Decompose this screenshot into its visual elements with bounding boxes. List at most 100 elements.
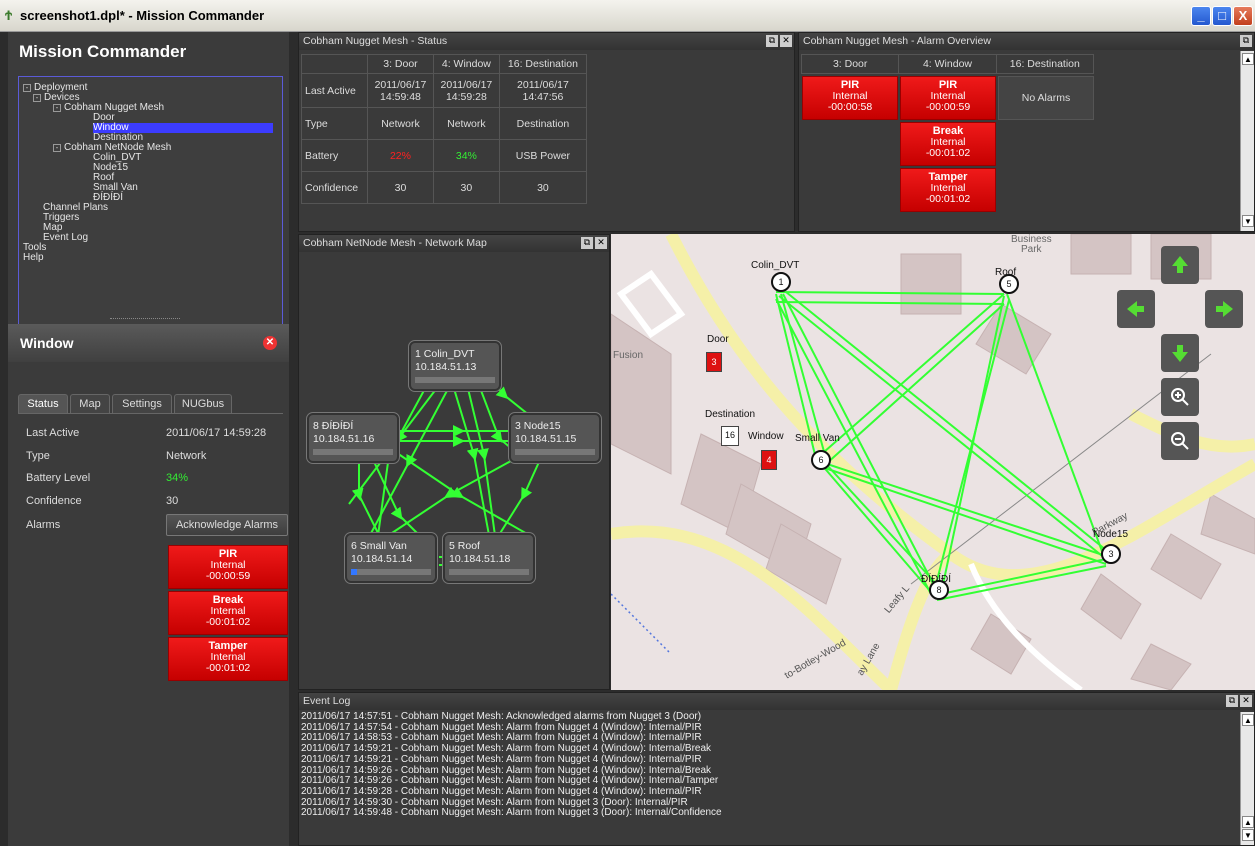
alarm-card-door-pir[interactable]: PIR Internal -00:00:58 [802, 76, 898, 120]
scroll-up-icon[interactable]: ▲ [1242, 816, 1254, 828]
table-cell: 30 [498, 171, 588, 204]
tree-item[interactable]: Node15 [19, 163, 282, 173]
close-icon[interactable]: ✕ [1240, 695, 1252, 707]
tab-map[interactable]: Map [70, 394, 110, 414]
close-icon[interactable]: ✕ [263, 336, 277, 350]
battery-cell-low: 22% [367, 139, 434, 172]
network-node[interactable]: 8 ÐÍÐÍÐÍ 10.184.51.16 [306, 412, 400, 464]
collapse-icon[interactable]: - [53, 144, 61, 152]
alarms-label: Alarms [26, 519, 61, 531]
scroll-up-icon[interactable]: ▲ [1242, 53, 1254, 65]
node-name: Small Van [359, 540, 407, 552]
minimize-button[interactable]: _ [1191, 6, 1211, 26]
node-ip: 10.184.51.13 [415, 361, 477, 373]
network-node[interactable]: 5 Roof 10.184.51.18 [442, 532, 536, 584]
event-log-scrollbar[interactable]: ▲ ▲ ▼ [1240, 712, 1254, 845]
alarm-card-window-tamper[interactable]: Tamper Internal -00:01:02 [900, 168, 996, 212]
tree-item[interactable]: Window [19, 123, 282, 133]
network-node[interactable]: 3 Node15 10.184.51.15 [508, 412, 602, 464]
map-marker-pin[interactable]: 1 [771, 272, 791, 292]
tree-item[interactable]: Small Van [19, 183, 282, 193]
table-cell: USB Power [498, 139, 588, 172]
splitter-handle[interactable] [110, 318, 180, 319]
maximize-button[interactable]: □ [1212, 6, 1232, 26]
column-header: 16: Destination [995, 54, 1095, 74]
scroll-down-icon[interactable]: ▼ [1242, 215, 1254, 227]
map-label-fusion: Fusion [613, 350, 644, 361]
restore-icon[interactable]: ⧉ [1226, 695, 1238, 707]
event-log-list: 2011/06/17 14:57:51 - Cobham Nugget Mesh… [301, 711, 722, 819]
zoom-in-button[interactable] [1161, 378, 1199, 416]
tab-status[interactable]: Status [18, 394, 68, 414]
map-marker-pin[interactable]: 8 [929, 580, 949, 600]
tree-item[interactable]: - Cobham Nugget Mesh [19, 103, 282, 113]
geo-map[interactable]: Business Park Fusion Parkway Leafy L ay … [611, 234, 1255, 690]
scroll-down-icon[interactable]: ▼ [1242, 829, 1254, 841]
node-id: 1 [415, 348, 421, 360]
tree-item[interactable]: Help [19, 253, 282, 263]
node-name: Node15 [523, 420, 561, 432]
tree-item[interactable]: Colin_DVT [19, 153, 282, 163]
app-title: Mission Commander [19, 42, 187, 61]
tree-item-label: Help [23, 252, 44, 263]
alarm-time: -00:01:02 [205, 662, 251, 674]
alarm-card-tamper[interactable]: Tamper Internal -00:01:02 [168, 637, 288, 681]
row-label: Type [301, 107, 368, 140]
map-marker-pin[interactable]: 3 [1101, 544, 1121, 564]
alarm-card-pir[interactable]: PIR Internal -00:00:59 [168, 545, 288, 589]
tree-item[interactable]: Door [19, 113, 282, 123]
no-alarms-cell: No Alarms [998, 76, 1094, 120]
node-title: 3 Node15 [515, 420, 595, 433]
collapse-icon[interactable]: - [23, 84, 31, 92]
tree-item[interactable]: - Cobham NetNode Mesh [19, 143, 282, 153]
node-ip: 10.184.51.16 [313, 433, 375, 445]
pan-left-button[interactable] [1117, 290, 1155, 328]
node-name: Colin_DVT [423, 348, 475, 360]
table-cell: Network [367, 107, 434, 140]
map-marker-pin[interactable]: 6 [811, 450, 831, 470]
restore-icon[interactable]: ⧉ [766, 35, 778, 47]
close-window-button[interactable]: X [1233, 6, 1253, 26]
network-node[interactable]: 6 Small Van 10.184.51.14 [344, 532, 438, 584]
status-tab-body: Last Active 2011/06/17 14:59:28 Type Net… [18, 413, 288, 833]
status-pane-title: Cobham Nugget Mesh - Status [303, 35, 448, 47]
acknowledge-alarms-button[interactable]: Acknowledge Alarms [166, 514, 288, 536]
map-marker-pin[interactable]: 4 [761, 450, 777, 470]
tree-item[interactable]: Tools [19, 243, 282, 253]
arrow-icon [1127, 301, 1144, 317]
tree-item[interactable]: Event Log [19, 233, 282, 243]
pan-up-button[interactable] [1161, 246, 1199, 284]
alarm-card-window-pir[interactable]: PIR Internal -00:00:59 [900, 76, 996, 120]
status-pane: Cobham Nugget Mesh - Status ⧉ ✕ 3: Door … [298, 32, 795, 232]
close-icon[interactable]: ✕ [780, 35, 792, 47]
collapse-icon[interactable]: - [53, 104, 61, 112]
alarm-scrollbar[interactable]: ▲ ▼ [1240, 51, 1254, 231]
event-log-header: Event Log ⧉ ✕ [299, 693, 1254, 710]
map-marker-pin[interactable]: 3 [706, 352, 722, 372]
last-active-value: 2011/06/17 14:59:28 [166, 427, 267, 439]
type-value: Network [166, 450, 207, 462]
scroll-up-icon[interactable]: ▲ [1242, 714, 1254, 726]
node-ip: 10.184.51.15 [515, 433, 577, 445]
battery-cell-ok: 34% [432, 139, 500, 172]
pan-down-button[interactable] [1161, 334, 1199, 372]
last-active-label: Last Active [26, 427, 80, 439]
restore-icon[interactable]: ⧉ [1240, 35, 1252, 47]
collapse-icon[interactable]: - [33, 94, 41, 102]
pan-right-button[interactable] [1205, 290, 1243, 328]
map-marker-pin[interactable]: 5 [999, 274, 1019, 294]
map-marker-pin[interactable]: 16 [721, 426, 739, 446]
tab-nugbus[interactable]: NUGbus [174, 394, 232, 414]
network-node[interactable]: 1 Colin_DVT 10.184.51.13 [408, 340, 502, 392]
node-name: ÐÍÐÍÐÍ [321, 420, 354, 432]
tree-item-label: Event Log [43, 232, 89, 243]
zoom-out-button[interactable] [1161, 422, 1199, 460]
tab-settings[interactable]: Settings [112, 394, 172, 414]
arrow-icon [1172, 256, 1188, 273]
alarm-card-break[interactable]: Break Internal -00:01:02 [168, 591, 288, 635]
tree-item[interactable]: Roof [19, 173, 282, 183]
status-table: 3: Door 4: Window 16: Destination Last A… [301, 54, 588, 204]
network-link [393, 450, 530, 536]
log-line: 2011/06/17 14:59:21 - Cobham Nugget Mesh… [301, 753, 702, 765]
alarm-card-window-break[interactable]: Break Internal -00:01:02 [900, 122, 996, 166]
